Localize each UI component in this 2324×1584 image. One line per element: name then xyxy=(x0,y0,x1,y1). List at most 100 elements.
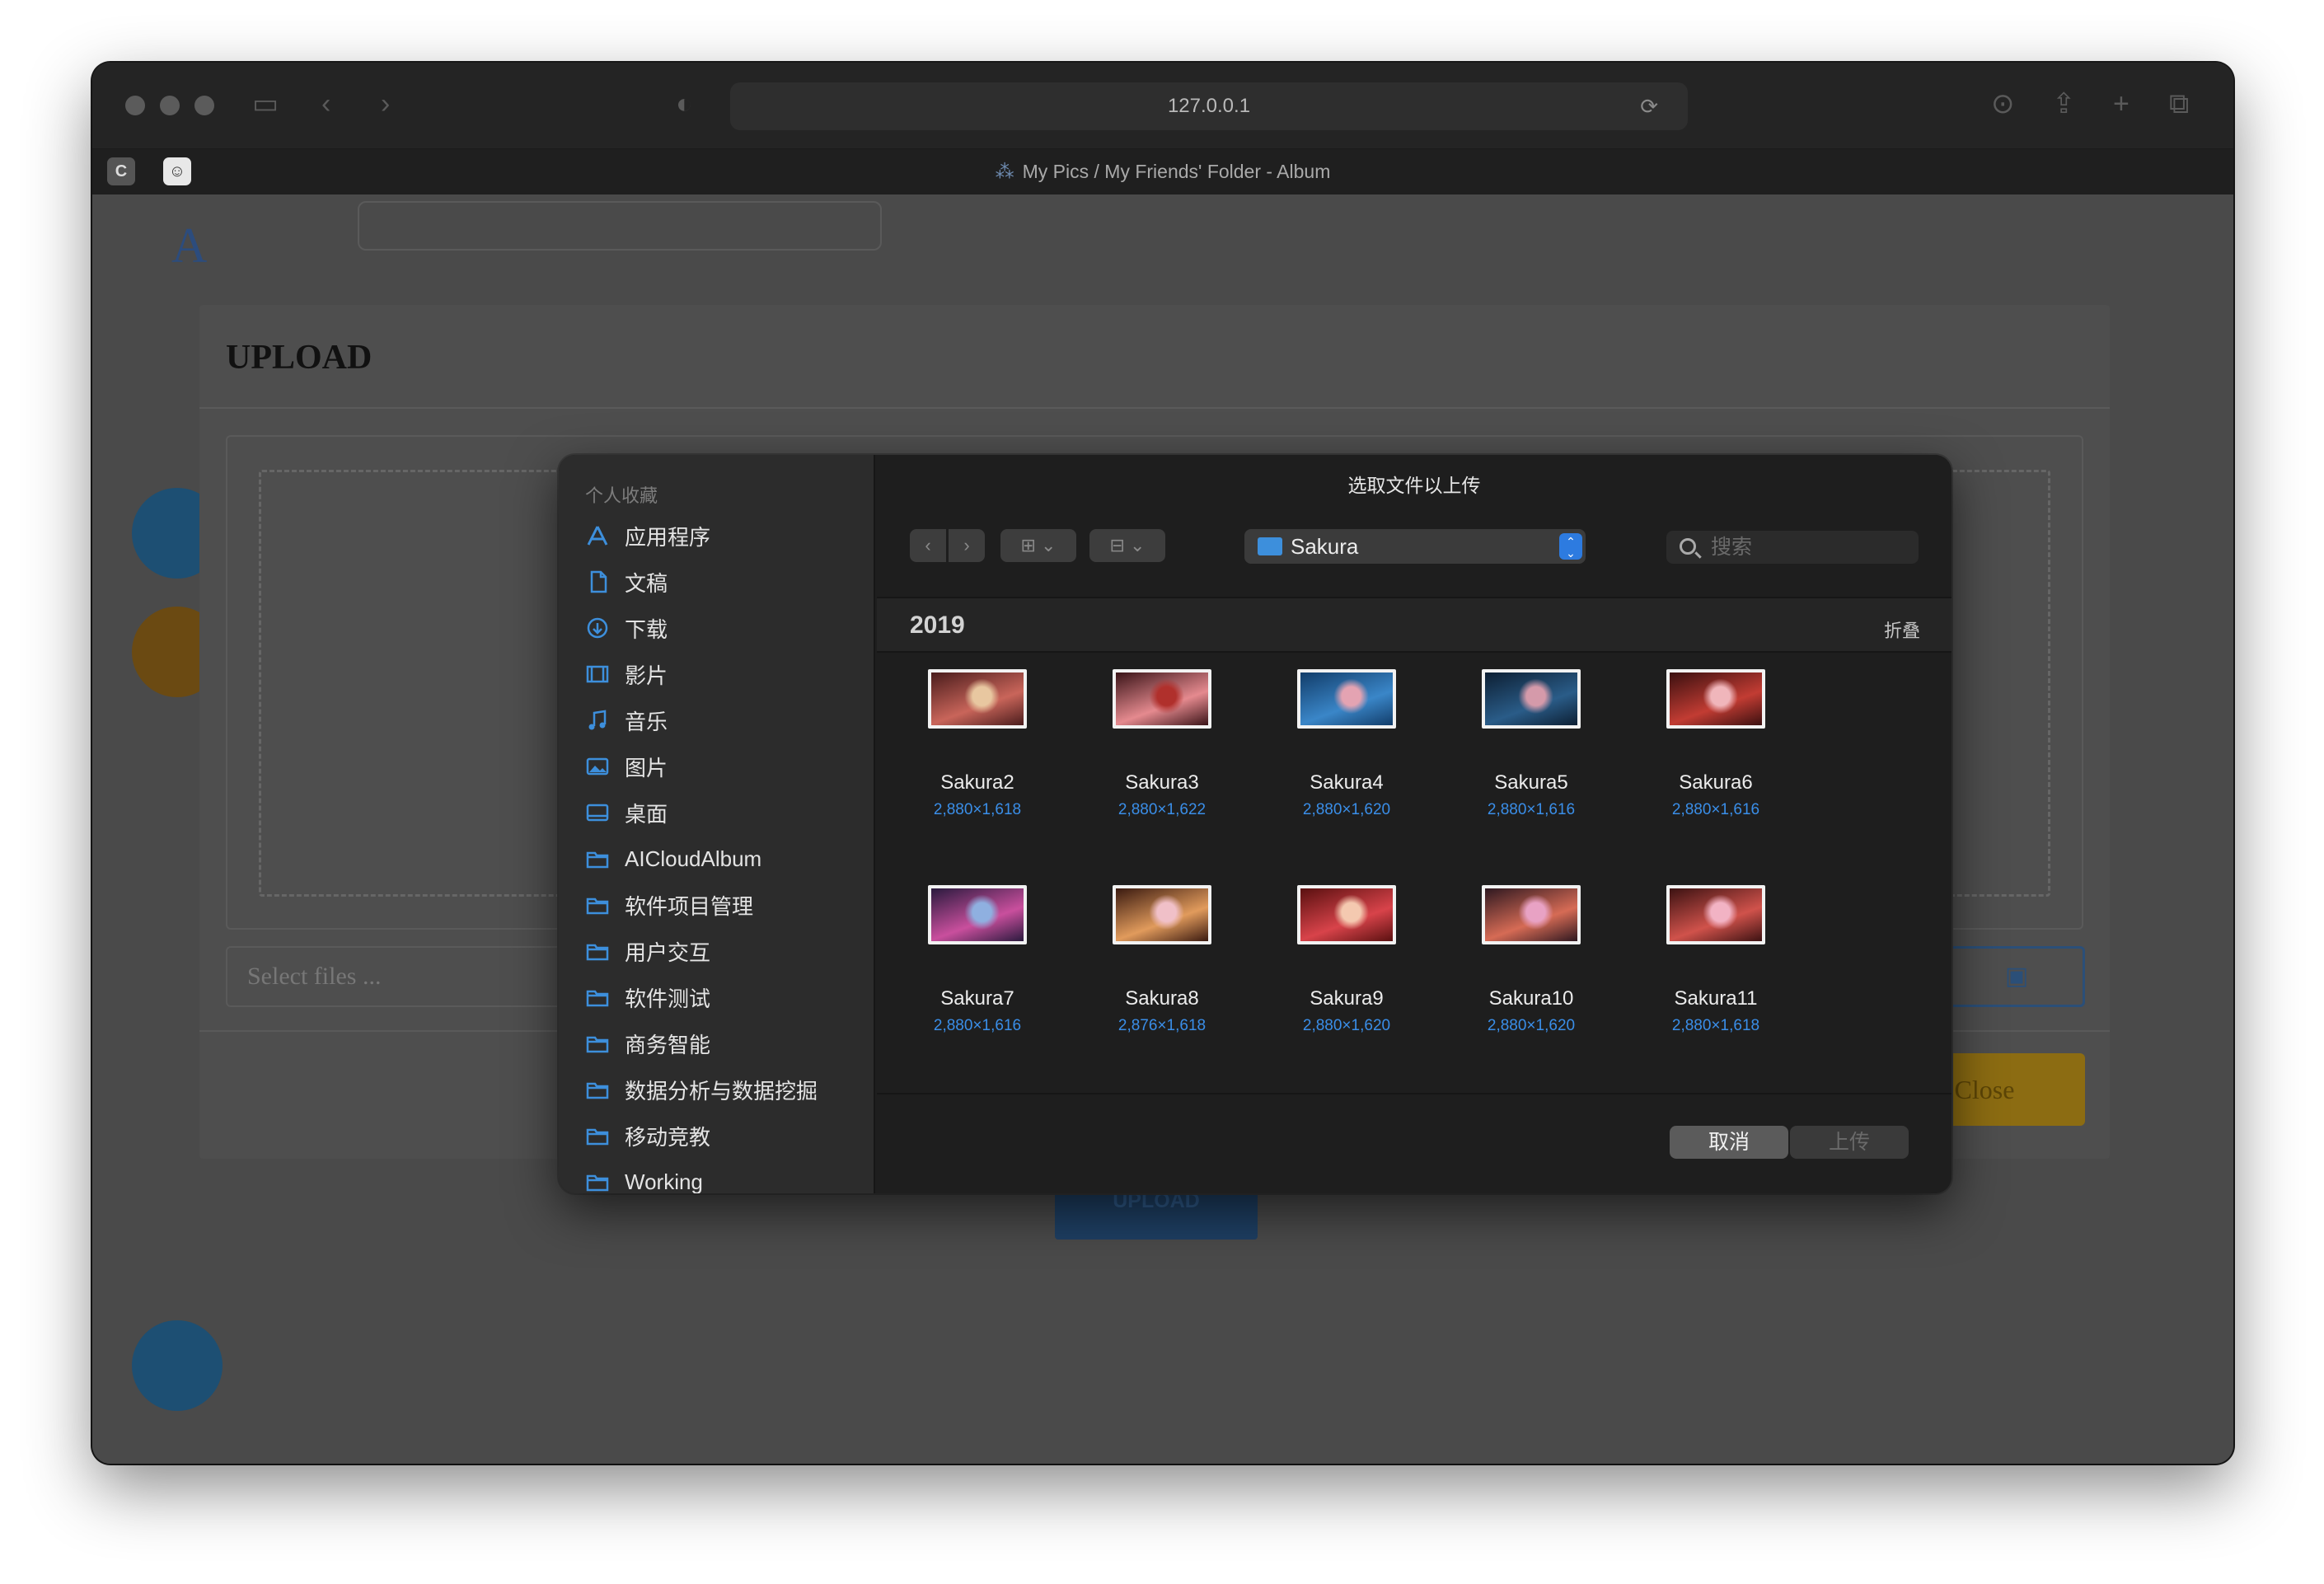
sidebar-item-label: 桌面 xyxy=(625,801,668,827)
history-nav: ‹ › xyxy=(910,529,985,562)
icon-view-button[interactable]: ⊞ ⌄ xyxy=(1000,529,1076,562)
file-item[interactable]: Sakura11 2,880×1,618 xyxy=(1624,885,1808,1035)
back-icon[interactable]: ‹ xyxy=(321,87,330,120)
file-item[interactable]: Sakura7 2,880×1,616 xyxy=(885,885,1070,1035)
sidebar-item[interactable]: 商务智能 xyxy=(583,1020,818,1066)
sidebar-item-label: 文稿 xyxy=(625,570,668,596)
sidebar-item[interactable]: Working xyxy=(583,1159,818,1193)
file-name: Sakura8 xyxy=(1125,987,1199,1010)
sidebar-item[interactable]: 文稿 xyxy=(583,559,818,605)
file-thumbnail xyxy=(1482,885,1581,944)
film-icon xyxy=(583,662,611,687)
minimize-window-button[interactable] xyxy=(160,96,180,115)
file-thumbnail xyxy=(1113,885,1211,944)
translate-reload-icon[interactable]: ⟳ xyxy=(1640,82,1658,130)
group-header: 2019 折叠 xyxy=(877,597,1952,653)
folder-icon xyxy=(583,893,611,917)
file-thumbnail xyxy=(1297,885,1396,944)
file-dimensions: 2,880×1,616 xyxy=(1487,801,1576,818)
search-input[interactable]: 搜索 xyxy=(1666,531,1919,564)
updown-arrows-icon: ⌃ ⌄ xyxy=(1559,533,1582,560)
sidebar-item[interactable]: 桌面 xyxy=(583,790,818,836)
file-item[interactable]: Sakura4 2,880×1,620 xyxy=(1254,669,1439,819)
file-item[interactable]: Sakura5 2,880×1,616 xyxy=(1439,669,1624,819)
divider xyxy=(199,407,2110,409)
shield-icon[interactable]: ◐ xyxy=(676,87,693,120)
file-dimensions: 2,880×1,620 xyxy=(1302,801,1391,818)
search-placeholder: 搜索 xyxy=(1711,536,1753,559)
collapse-button[interactable]: 折叠 xyxy=(1884,616,1920,643)
file-name: Sakura11 xyxy=(1674,987,1758,1010)
photo-icon xyxy=(583,754,611,779)
file-item[interactable]: Sakura9 2,880×1,620 xyxy=(1254,885,1439,1035)
sidebar-item[interactable]: 数据分析与数据挖掘 xyxy=(583,1066,818,1113)
new-tab-icon[interactable]: + xyxy=(2113,87,2130,120)
tab-overview-icon[interactable]: ⧉ xyxy=(2169,87,2189,120)
sidebar-item[interactable]: 音乐 xyxy=(583,697,818,743)
menu-fab[interactable] xyxy=(132,1320,223,1411)
folder-icon xyxy=(583,1031,611,1056)
sidebar-item-label: 商务智能 xyxy=(625,1032,711,1057)
site-logo[interactable]: A xyxy=(171,218,207,274)
sidebar-item[interactable]: 影片 xyxy=(583,651,818,697)
sidebar-item-label: AICloudAlbum xyxy=(625,846,762,871)
apps-icon xyxy=(583,523,611,548)
file-item[interactable]: Sakura2 2,880×1,618 xyxy=(885,669,1070,819)
file-name: Sakura7 xyxy=(940,987,1014,1010)
file-picker-dialog: 个人收藏 应用程序 文稿 下载 影片 音乐 图片 桌面 AICloudAlbum 软件项目管理用… xyxy=(559,455,1952,1193)
tab-favicon-icon: ⁂ xyxy=(995,161,1014,182)
file-name: Sakura4 xyxy=(1310,771,1384,794)
sidebar-item[interactable]: AICloudAlbum xyxy=(583,836,818,882)
sidebar-item[interactable]: 用户交互 xyxy=(583,928,818,974)
file-thumbnail xyxy=(1113,669,1211,729)
downloads-icon[interactable]: ⊙ xyxy=(1991,87,2015,120)
download-icon xyxy=(583,616,611,640)
forward-icon[interactable]: › xyxy=(381,87,390,120)
sidebar-item[interactable]: 软件测试 xyxy=(583,974,818,1020)
file-name: Sakura2 xyxy=(940,771,1014,794)
window-controls[interactable] xyxy=(125,96,214,115)
sidebar-item[interactable]: 应用程序 xyxy=(583,513,818,559)
sidebar-item[interactable]: 下载 xyxy=(583,605,818,651)
sidebar-item-label: 应用程序 xyxy=(625,524,711,550)
active-tab[interactable]: ⁂ My Pics / My Friends' Folder - Album xyxy=(92,161,2233,183)
file-dimensions: 2,880×1,620 xyxy=(1487,1017,1576,1034)
cancel-button[interactable]: 取消 xyxy=(1670,1126,1788,1159)
file-item[interactable]: Sakura8 2,876×1,618 xyxy=(1070,885,1254,1035)
sidebar-item-label: 用户交互 xyxy=(625,940,711,965)
address-bar[interactable]: 127.0.0.1 ⟳ xyxy=(730,82,1688,130)
image-icon: ▣ xyxy=(2004,963,2029,990)
file-name: Sakura5 xyxy=(1494,771,1568,794)
file-dimensions: 2,876×1,618 xyxy=(1117,1017,1207,1034)
url-text: 127.0.0.1 xyxy=(1167,95,1251,117)
sidebar-item-label: 图片 xyxy=(625,755,668,780)
file-dimensions: 2,880×1,620 xyxy=(1302,1017,1391,1034)
file-dimensions: 2,880×1,616 xyxy=(1671,801,1760,818)
tab-title-text: My Pics / My Friends' Folder - Album xyxy=(1022,161,1331,182)
group-view-button[interactable]: ⊟ ⌄ xyxy=(1089,529,1165,562)
upload-button[interactable]: 上传 xyxy=(1790,1126,1909,1159)
close-window-button[interactable] xyxy=(125,96,145,115)
sidebar-item[interactable]: 软件项目管理 xyxy=(583,882,818,928)
page-search-box[interactable] xyxy=(358,201,882,251)
forward-button[interactable]: › xyxy=(949,529,985,562)
file-item[interactable]: Sakura6 2,880×1,616 xyxy=(1624,669,1808,819)
file-thumbnail xyxy=(1666,885,1765,944)
group-year: 2019 xyxy=(910,612,965,639)
sidebar-item[interactable]: 图片 xyxy=(583,743,818,790)
browser-window: ▭ ‹ › ◐ 127.0.0.1 ⟳ ⊙ ⇪ + ⧉ C ☺ ⁂ My Pics… xyxy=(92,63,2233,1464)
back-button[interactable]: ‹ xyxy=(910,529,946,562)
folder-icon xyxy=(583,1077,611,1102)
browse-image-button[interactable]: ▣ xyxy=(1948,946,2085,1007)
share-icon[interactable]: ⇪ xyxy=(2052,87,2076,120)
sidebar-item-label: 下载 xyxy=(625,616,668,642)
file-item[interactable]: Sakura3 2,880×1,622 xyxy=(1070,669,1254,819)
file-name: Sakura6 xyxy=(1679,771,1753,794)
sidebar-item-label: 数据分析与数据挖掘 xyxy=(625,1078,818,1104)
sidebar-toggle-icon[interactable]: ▭ xyxy=(252,87,279,120)
zoom-window-button[interactable] xyxy=(194,96,214,115)
file-dimensions: 2,880×1,618 xyxy=(933,801,1022,818)
sidebar-item[interactable]: 移动竞教 xyxy=(583,1113,818,1159)
file-item[interactable]: Sakura10 2,880×1,620 xyxy=(1439,885,1624,1035)
folder-popup[interactable]: Sakura ⌃ ⌄ xyxy=(1244,529,1586,564)
